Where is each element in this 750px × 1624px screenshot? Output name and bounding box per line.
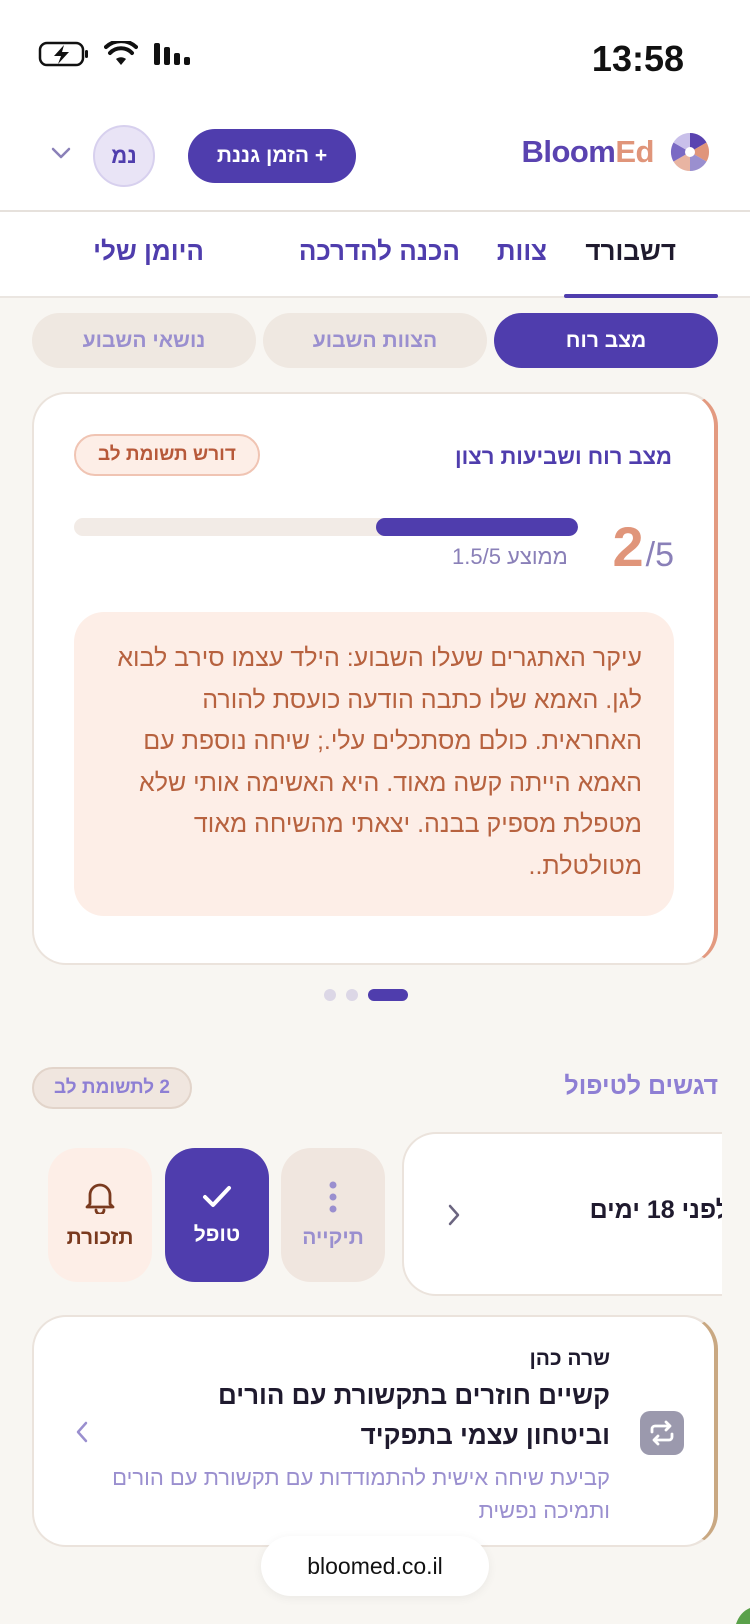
item-subtitle: קביעת שיחה אישית להתמודדות עם תקשורת עם … bbox=[112, 1465, 610, 1523]
invite-teacher-button[interactable]: + הזמן גננת bbox=[188, 129, 356, 183]
attention-badge: דורש תשומת לב bbox=[74, 434, 260, 476]
chevron-down-icon[interactable] bbox=[50, 146, 72, 165]
mood-card: מצב רוח ושביעות רצון דורש תשומת לב 2 /5 … bbox=[32, 392, 718, 965]
carousel-dot[interactable] bbox=[324, 989, 336, 1001]
attention-count-badge: 2 לתשומת לב bbox=[32, 1067, 192, 1109]
mood-card-title: מצב רוח ושביעות רצון bbox=[455, 444, 672, 469]
battery-charging-icon bbox=[38, 41, 88, 67]
carousel-dots bbox=[324, 989, 408, 1001]
mood-progress-fill bbox=[376, 518, 578, 536]
logo-text-ed: Ed bbox=[615, 134, 654, 169]
tab-guidance-prep[interactable]: הכנה להדרכה bbox=[299, 236, 460, 267]
mood-score-value: 2 bbox=[612, 515, 644, 578]
more-vertical-icon bbox=[329, 1181, 337, 1213]
pill-team-week[interactable]: הצוות השבוע bbox=[263, 313, 487, 368]
tab-dashboard[interactable]: דשבורד bbox=[585, 236, 676, 267]
main-tabs: דשבורד צוות הכנה להדרכה היומן שלי bbox=[0, 212, 750, 298]
handled-action-label: טופל bbox=[193, 1223, 241, 1246]
swiped-treatment-card[interactable]: לפני 18 ימים bbox=[402, 1132, 722, 1296]
check-icon bbox=[203, 1186, 231, 1207]
swiped-card-time: לפני 18 ימים bbox=[589, 1196, 722, 1224]
logo-text: BloomEd bbox=[521, 134, 654, 170]
reminder-action-label: תזכורת bbox=[66, 1226, 134, 1249]
tab-my-journal[interactable]: היומן שלי bbox=[93, 236, 204, 267]
wifi-icon bbox=[104, 41, 138, 65]
pill-week-topics[interactable]: נושאי השבוע bbox=[32, 313, 256, 368]
mood-progress-bar bbox=[74, 518, 578, 536]
corner-leaf-icon bbox=[736, 1608, 750, 1624]
logo-flower-icon bbox=[670, 132, 710, 172]
carousel-dot-active[interactable] bbox=[368, 989, 408, 1001]
mood-quote: עיקר האתגרים שעלו השבוע: הילד עצמו סירב … bbox=[74, 612, 674, 916]
folder-action-button[interactable]: תיקייה bbox=[281, 1148, 385, 1282]
status-bar: 13:58 bbox=[0, 0, 750, 110]
handled-action-button[interactable]: טופל bbox=[165, 1148, 269, 1282]
bell-icon bbox=[85, 1183, 115, 1214]
browser-url-pill[interactable]: bloomed.co.il bbox=[261, 1536, 489, 1596]
mood-score: 2 /5 bbox=[612, 514, 674, 579]
item-title: קשיים חוזרים בתקשורת עם הורים וביטחון עצ… bbox=[218, 1380, 610, 1450]
pill-mood[interactable]: מצב רוח bbox=[494, 313, 718, 368]
treatment-section-title: דגשים לטיפול bbox=[564, 1072, 718, 1100]
active-tab-indicator bbox=[564, 294, 718, 298]
clock: 13:58 bbox=[591, 38, 684, 79]
avatar[interactable]: נמ bbox=[93, 125, 155, 187]
chevron-right-icon[interactable] bbox=[446, 1202, 462, 1233]
app-header: נמ + הזמן גננת BloomEd bbox=[0, 110, 750, 212]
mood-average: ממוצע 1.5/5 bbox=[452, 544, 568, 569]
repeat-icon bbox=[640, 1411, 684, 1455]
signal-icon bbox=[154, 43, 190, 65]
logo: BloomEd bbox=[521, 130, 712, 174]
folder-action-label: תיקייה bbox=[302, 1226, 364, 1249]
teacher-name: שרה כהן bbox=[529, 1347, 610, 1370]
chevron-left-icon[interactable] bbox=[74, 1419, 90, 1450]
reminder-action-button[interactable]: תזכורת bbox=[48, 1148, 152, 1282]
logo-text-bloom: Bloom bbox=[521, 134, 616, 169]
carousel-dot[interactable] bbox=[346, 989, 358, 1001]
mood-score-max: /5 bbox=[645, 536, 674, 574]
tab-team[interactable]: צוות bbox=[497, 236, 547, 267]
status-icons bbox=[38, 40, 192, 68]
treatment-item-card[interactable]: שרה כהן קשיים חוזרים בתקשורת עם הורים וב… bbox=[32, 1315, 718, 1547]
